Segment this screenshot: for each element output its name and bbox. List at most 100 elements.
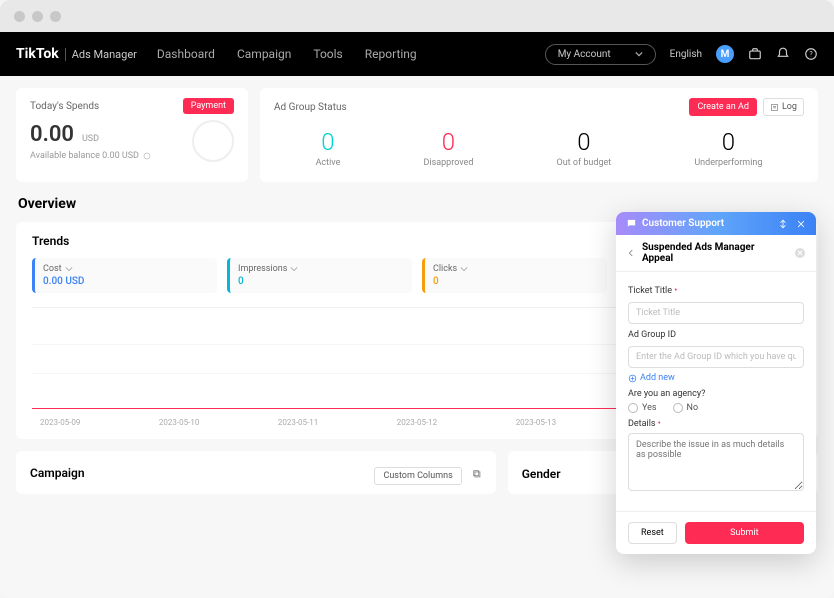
status-active[interactable]: 0 Active: [316, 128, 341, 168]
overview-title: Overview: [18, 196, 816, 212]
window-max-dot[interactable]: [50, 11, 61, 22]
x-tick: 2023-05-09: [40, 418, 80, 427]
topbar-right: My Account English M ?: [545, 44, 818, 65]
spend-card: Today's Spends Payment 0.00 USD Availabl…: [16, 88, 248, 182]
metric-value: 0: [433, 276, 599, 287]
radio-icon: [628, 403, 638, 413]
app-window: TikTok Ads Manager Dashboard Campaign To…: [0, 32, 834, 598]
add-new-link[interactable]: Add new: [628, 373, 804, 383]
chevron-down-icon: [65, 265, 73, 273]
log-label: Log: [782, 102, 797, 112]
x-tick: 2023-05-13: [516, 418, 556, 427]
brand-name: TikTok: [16, 46, 59, 62]
reset-button[interactable]: Reset: [628, 522, 677, 544]
payment-button[interactable]: Payment: [183, 98, 234, 114]
status-underperforming[interactable]: 0 Underperforming: [694, 128, 762, 168]
metric-name: Impressions: [238, 264, 287, 274]
radio-icon: [673, 403, 683, 413]
metric-clicks[interactable]: Clicks 0: [422, 258, 607, 293]
briefcase-icon[interactable]: [748, 47, 762, 62]
avatar[interactable]: M: [716, 45, 734, 63]
status-label: Out of budget: [557, 158, 612, 168]
status-disapproved[interactable]: 0 Disapproved: [423, 128, 473, 168]
close-circle-icon[interactable]: [794, 247, 806, 259]
plus-circle-icon: [628, 374, 637, 383]
ticket-label: Ticket Title •: [628, 286, 804, 296]
browser-chrome: [0, 0, 834, 32]
account-label: My Account: [558, 49, 611, 60]
back-icon[interactable]: [626, 248, 636, 258]
expand-icon[interactable]: [778, 219, 788, 229]
status-grid: 0 Active 0 Disapproved 0 Out of budget 0…: [274, 124, 804, 172]
brand: TikTok Ads Manager: [16, 46, 137, 62]
status-card: Ad Group Status Create an Ad Log 0 Activ…: [260, 88, 818, 182]
support-footer: Reset Submit: [616, 511, 816, 554]
chevron-down-icon: [460, 265, 468, 273]
status-num: 0: [423, 128, 473, 156]
metric-cost[interactable]: Cost 0.00 USD: [32, 258, 217, 293]
metric-value: 0.00 USD: [43, 276, 209, 287]
nav-links: Dashboard Campaign Tools Reporting: [157, 47, 417, 61]
metric-name: Cost: [43, 264, 62, 274]
create-ad-button[interactable]: Create an Ad: [689, 98, 757, 116]
status-outofbudget[interactable]: 0 Out of budget: [557, 128, 612, 168]
details-textarea[interactable]: [628, 433, 804, 491]
support-body: Ticket Title • Ad Group ID Add new Are y…: [616, 272, 816, 503]
chevron-down-icon: [635, 50, 643, 58]
copy-icon[interactable]: [472, 469, 482, 479]
info-icon[interactable]: [143, 152, 151, 160]
nav-dashboard[interactable]: Dashboard: [157, 47, 215, 61]
submit-button[interactable]: Submit: [685, 522, 804, 544]
x-tick: 2023-05-11: [278, 418, 318, 427]
support-sub-title: Suspended Ads Manager Appeal: [642, 242, 788, 264]
log-icon: [770, 103, 779, 112]
gender-title: Gender: [522, 467, 561, 481]
custom-columns-button[interactable]: Custom Columns: [374, 467, 461, 485]
ticket-title-input[interactable]: [628, 302, 804, 324]
campaign-title: Campaign: [30, 466, 85, 480]
language-label[interactable]: English: [670, 49, 702, 60]
topbar: TikTok Ads Manager Dashboard Campaign To…: [0, 32, 834, 76]
status-num: 0: [557, 128, 612, 156]
support-sub: Suspended Ads Manager Appeal: [616, 235, 816, 272]
agency-label: Are you an agency?: [628, 389, 804, 399]
add-new-text: Add new: [640, 373, 675, 383]
metric-value: 0: [238, 276, 404, 287]
spend-gauge: [192, 120, 234, 162]
spend-value: 0.00: [30, 122, 74, 147]
nav-tools[interactable]: Tools: [313, 47, 342, 61]
spend-title: Today's Spends: [30, 101, 99, 112]
metric-impressions[interactable]: Impressions 0: [227, 258, 412, 293]
nav-reporting[interactable]: Reporting: [365, 47, 417, 61]
adgroup-id-input[interactable]: [628, 346, 804, 368]
brand-sub: Ads Manager: [65, 48, 137, 61]
details-label: Details •: [628, 419, 804, 429]
bell-icon[interactable]: [776, 47, 790, 62]
support-header-title: Customer Support: [642, 218, 724, 229]
adgroup-label: Ad Group ID: [628, 330, 804, 340]
account-selector[interactable]: My Account: [545, 44, 656, 65]
radio-no[interactable]: No: [673, 403, 699, 413]
avatar-letter: M: [721, 49, 730, 60]
x-tick: 2023-05-10: [159, 418, 199, 427]
help-icon[interactable]: ?: [804, 47, 818, 62]
spend-currency: USD: [82, 134, 99, 144]
support-header: Customer Support: [616, 212, 816, 235]
status-label: Underperforming: [694, 158, 762, 168]
nav-campaign[interactable]: Campaign: [237, 47, 291, 61]
svg-text:?: ?: [809, 51, 813, 59]
radio-yes[interactable]: Yes: [628, 403, 657, 413]
close-icon[interactable]: [796, 219, 806, 229]
status-label: Active: [316, 158, 341, 168]
window-close-dot[interactable]: [14, 11, 25, 22]
window-min-dot[interactable]: [32, 11, 43, 22]
details-label-text: Details: [628, 419, 656, 429]
chat-icon: [626, 218, 637, 229]
status-num: 0: [694, 128, 762, 156]
status-num: 0: [316, 128, 341, 156]
agency-radios: Yes No: [628, 403, 804, 413]
chevron-down-icon: [290, 265, 298, 273]
x-tick: 2023-05-12: [397, 418, 437, 427]
log-button[interactable]: Log: [763, 98, 804, 116]
ticket-label-text: Ticket Title: [628, 286, 672, 296]
